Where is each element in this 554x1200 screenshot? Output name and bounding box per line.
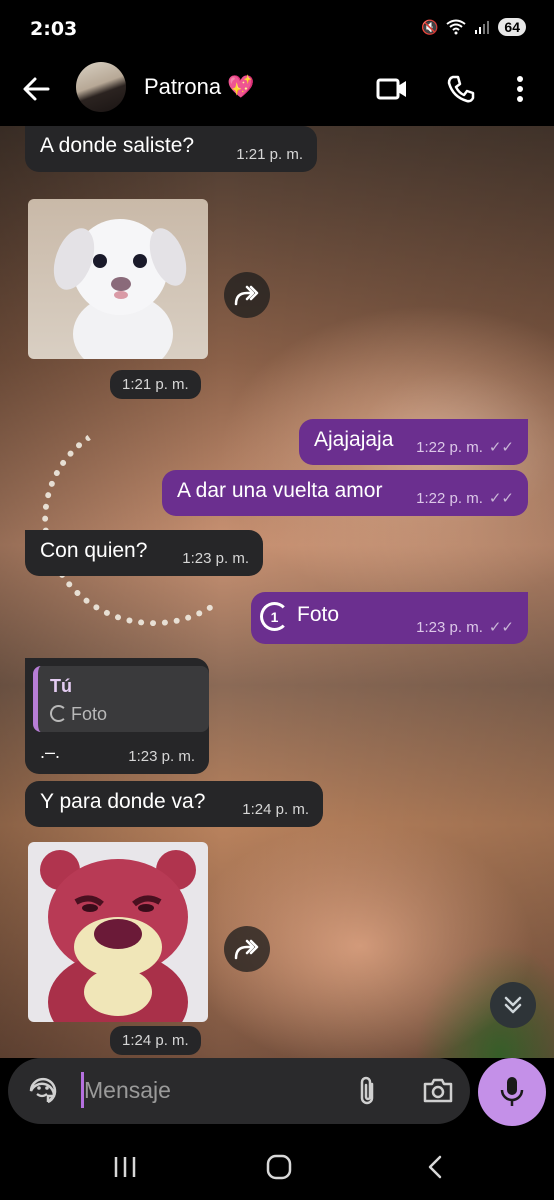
microphone-icon [500,1077,524,1106]
message-time: 1:21 p. m. [110,370,201,399]
video-call-icon[interactable] [376,76,408,102]
contact-name[interactable]: Patrona 💖 [144,74,255,100]
wifi-icon [446,19,467,35]
message-time: 1:23 p. m. [182,550,249,567]
message-time: 1:23 p. m. [416,619,483,636]
voice-record-button[interactable] [478,1058,546,1126]
reply-preview: Foto [50,704,107,725]
avatar[interactable] [76,62,126,112]
message-text: .–. [40,742,61,762]
home-button[interactable] [264,1152,294,1182]
view-once-count: 1 [270,608,279,625]
pink-bear-sticker[interactable] [28,842,208,1022]
message-bubble-outgoing[interactable]: Ajajajaja 1:22 p. m. ✓✓ [299,419,528,465]
mute-icon: 🔇 [420,18,439,35]
status-time: 2:03 [30,18,78,40]
forward-icon[interactable] [224,272,270,318]
nav-back-button[interactable] [420,1152,450,1182]
message-text: A dar una vuelta amor [177,479,383,502]
status-icons: 🔇 64 [421,18,526,36]
chat-area[interactable]: A donde saliste? 1:21 p. m. 1:21 p. m. A… [0,126,554,1058]
message-text: Con quien? [40,539,148,562]
view-once-icon [50,705,67,722]
message-text: Ajajajaja [314,428,394,451]
double-check-icon: ✓✓ [488,619,514,636]
message-time: 1:24 p. m. [110,1026,201,1055]
message-text: Y para donde va? [40,790,206,813]
message-time: 1:24 p. m. [242,801,309,818]
message-text: A donde saliste? [40,134,195,157]
message-time: 1:22 p. m. [416,439,483,456]
message-bubble-incoming[interactable]: A donde saliste? 1:21 p. m. [25,126,317,172]
forward-icon[interactable] [224,926,270,972]
sticker-emoji-icon[interactable] [28,1076,58,1106]
double-check-icon: ✓✓ [488,490,514,507]
status-bar: 2:03 🔇 64 [0,0,554,60]
phone-call-icon[interactable] [447,75,475,103]
signal-icon [475,21,490,34]
nav-back-icon [428,1155,442,1179]
message-placeholder: Mensaje [84,1077,171,1103]
chat-header: Patrona 💖 [0,60,554,126]
message-bubble-incoming[interactable]: Con quien? 1:23 p. m. [25,530,263,576]
message-meta: 1:22 p. m. ✓✓ [416,438,514,456]
recents-icon [114,1157,136,1177]
message-meta: 1:22 p. m. ✓✓ [416,489,514,507]
recent-apps-button[interactable] [110,1152,140,1182]
reply-author: Tú [50,676,72,696]
message-bubble-incoming-reply[interactable]: Tú Foto .–. 1:23 p. m. [25,658,209,774]
message-text: Foto [297,603,340,626]
double-chevron-down-icon [504,996,522,1014]
battery-icon: 64 [498,18,526,36]
message-bubble-incoming[interactable]: Y para donde va? 1:24 p. m. [25,781,323,827]
attach-paperclip-icon[interactable] [356,1074,378,1108]
message-composer: Mensaje [0,1058,554,1130]
quoted-reply[interactable]: Tú Foto [33,666,209,732]
message-time: 1:21 p. m. [236,146,303,163]
puppy-icon [53,219,187,359]
home-icon [266,1154,292,1180]
scroll-to-bottom-button[interactable] [490,982,536,1028]
bear-icon [40,850,196,1022]
puppy-sticker[interactable] [28,199,208,359]
camera-icon[interactable] [422,1076,454,1104]
back-arrow-icon[interactable] [22,74,50,104]
message-meta: 1:23 p. m. ✓✓ [416,618,514,636]
double-check-icon: ✓✓ [488,439,514,456]
more-options-icon[interactable] [515,75,525,103]
reply-text: Foto [71,704,108,724]
view-once-photo-message[interactable]: 1 Foto 1:23 p. m. ✓✓ [251,592,528,644]
view-once-icon: 1 [260,602,289,631]
message-time: 1:23 p. m. [128,748,195,765]
message-time: 1:22 p. m. [416,490,483,507]
system-navigation-bar [0,1130,554,1200]
message-bubble-outgoing[interactable]: A dar una vuelta amor 1:22 p. m. ✓✓ [162,470,528,516]
message-input[interactable]: Mensaje [8,1058,470,1124]
